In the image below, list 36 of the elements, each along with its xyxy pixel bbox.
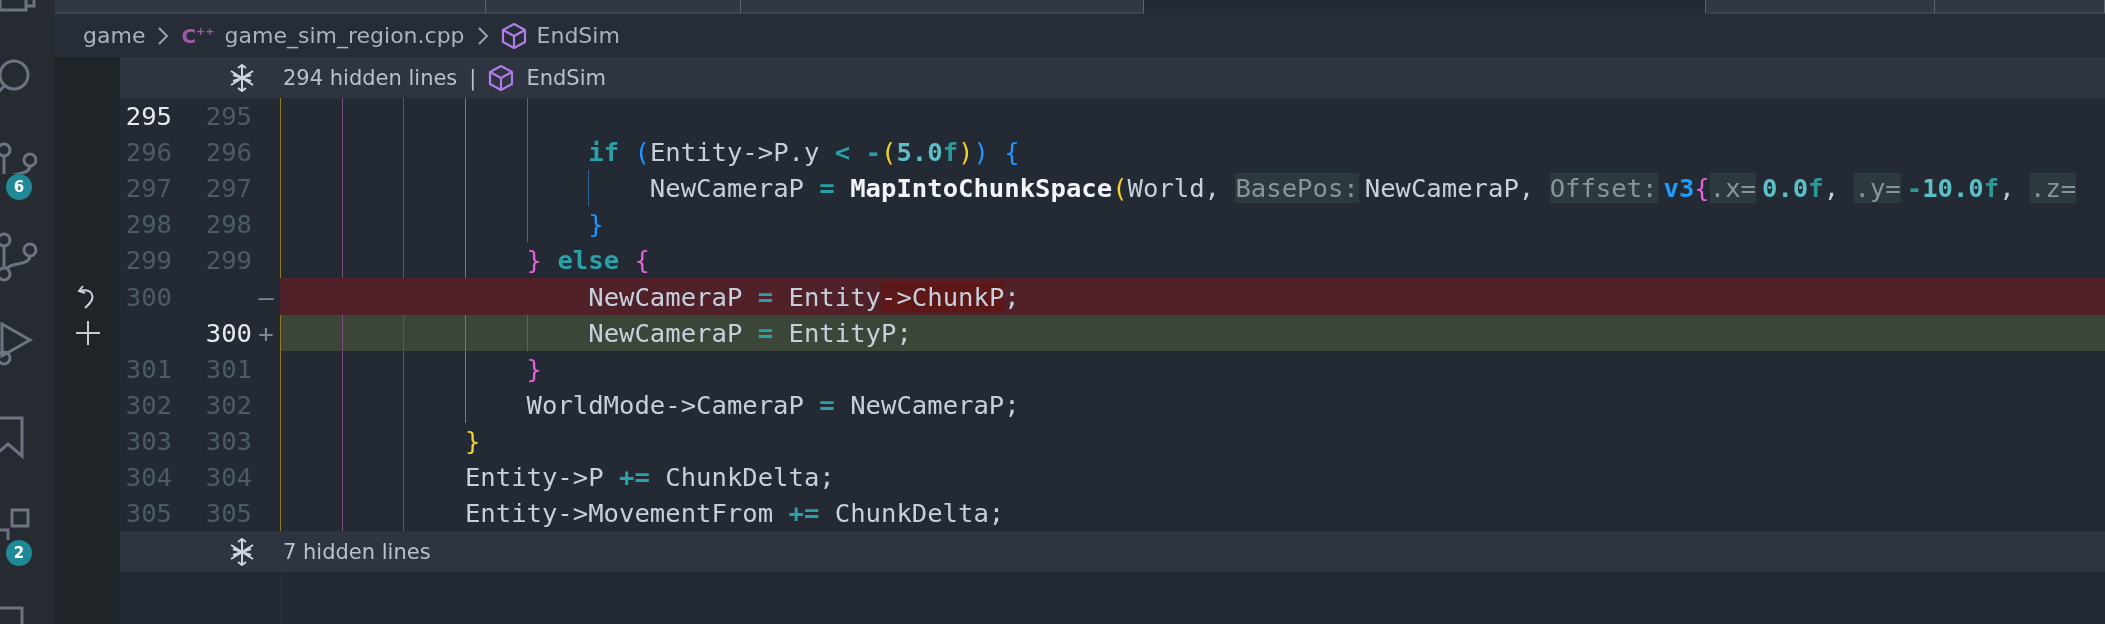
folded-region-bar[interactable]: 294 hidden lines | EndSim	[120, 57, 2105, 98]
code-line: } else {	[526, 245, 650, 276]
count-badge: 2	[6, 540, 32, 566]
cube-icon	[500, 21, 527, 50]
code-line: Entity->P += ChunkDelta;	[464, 462, 835, 492]
breadcrumb-item[interactable]: EndSim	[536, 23, 620, 48]
code-line: NewCameraP = MapIntoChunkSpace(World, BasePos: NewCameraP, Offset: v3{.x= 0.0f, .y= -10.0f, .z=	[649, 173, 2078, 204]
cube-icon	[488, 63, 515, 92]
code-line: NewCameraP = Entity->ChunkP;	[588, 281, 1020, 312]
code-line: if (Entity->P.y < -(5.0f)) {	[588, 137, 1020, 168]
diff-marker: +	[257, 317, 275, 348]
code-line: Entity->MovementFrom += ChunkDelta;	[464, 498, 1005, 529]
breadcrumb-item[interactable]: game_sim_region.cpp	[224, 23, 465, 48]
chevron-right-icon	[476, 25, 489, 46]
hidden-lines-label: 7 hidden lines	[283, 539, 431, 564]
branch-icon[interactable]	[0, 232, 40, 282]
unfold-icon[interactable]	[229, 63, 255, 92]
breadcrumb-item[interactable]: game	[83, 23, 146, 48]
count-badge: 6	[6, 174, 32, 200]
branch-icon[interactable]	[0, 142, 40, 174]
code-line: NewCameraP = EntityP;	[588, 317, 912, 348]
code-line: }	[464, 425, 481, 456]
folded-region-bar[interactable]: 7 hidden lines	[120, 531, 2105, 573]
plus-icon[interactable]	[74, 319, 101, 346]
diff-marker: —	[257, 281, 275, 312]
unfold-icon[interactable]	[229, 537, 255, 566]
hidden-lines-label: 294 hidden lines	[283, 65, 458, 90]
code-line: WorldMode->CameraP = NewCameraP;	[526, 389, 1020, 420]
code-line: }	[526, 353, 542, 384]
line-number: 300	[204, 317, 252, 348]
line-number: 295	[124, 101, 172, 132]
symbol-name: EndSim	[526, 65, 606, 90]
chevron-right-icon	[157, 25, 170, 46]
cpp-file-icon: C$^{++}$	[181, 23, 215, 48]
code-line: }	[588, 209, 604, 240]
separator: |	[469, 65, 477, 90]
